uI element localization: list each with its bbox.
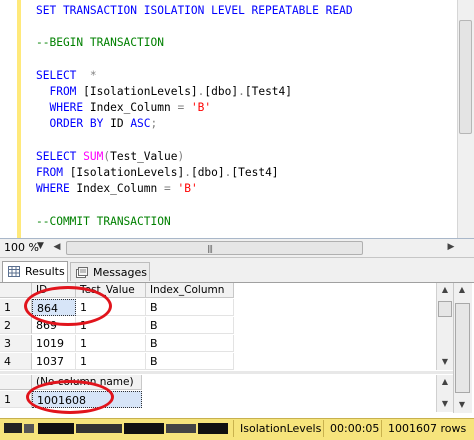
code-token: WHERE — [36, 101, 90, 115]
code-token: ASC — [130, 117, 151, 131]
code-token: [dbo] — [204, 85, 239, 98]
scroll-up-icon[interactable]: ▲ — [438, 285, 452, 294]
cell-id[interactable]: 1019 — [32, 335, 76, 352]
zoom-dropdown-icon[interactable]: ▼ — [37, 241, 44, 251]
code-line[interactable]: WHERE Index_Column = 'B' — [36, 180, 198, 197]
status-separator — [233, 420, 234, 437]
code-token: . — [184, 166, 191, 179]
grid1-splitter[interactable] — [0, 371, 456, 374]
code-token: ORDER BY — [36, 117, 111, 131]
grid-icon — [8, 266, 20, 277]
results-pane-scroll-thumb[interactable] — [455, 303, 470, 393]
cell-index-column[interactable]: B — [146, 299, 234, 316]
messages-icon — [76, 267, 88, 278]
tab-messages[interactable]: Messages — [70, 262, 150, 281]
editor-scroll-thumb[interactable] — [459, 20, 472, 134]
code-line[interactable]: SET TRANSACTION ISOLATION LEVEL REPEATAB… — [36, 2, 353, 19]
row-header-corner[interactable] — [0, 375, 32, 390]
scroll-up-icon[interactable]: ▲ — [455, 285, 469, 294]
code-token: FROM — [36, 166, 70, 179]
code-token: [dbo] — [190, 166, 225, 179]
column-header-index-column[interactable]: Index_Column — [146, 283, 234, 298]
code-line[interactable]: ORDER BY ID ASC; — [36, 115, 157, 132]
cell-index-column[interactable]: B — [146, 317, 234, 334]
status-database: IsolationLevels — [240, 422, 322, 435]
cell-index-column[interactable]: B — [146, 353, 234, 370]
status-separator — [323, 420, 324, 437]
code-token: --COMMIT TRANSACTION — [36, 214, 171, 228]
code-line[interactable]: FROM [IsolationLevels].[dbo].[Test4] — [36, 164, 279, 181]
code-token: 'B' — [177, 182, 198, 196]
code-token: Index_Column — [76, 182, 164, 196]
code-token: [IsolationLevels] — [69, 166, 185, 179]
scroll-up-icon[interactable]: ▲ — [438, 377, 452, 386]
zoom-level[interactable]: 100 % — [4, 241, 39, 254]
code-token: SELECT — [36, 149, 84, 163]
status-separator — [381, 420, 382, 437]
code-token: SUM — [83, 149, 104, 163]
code-line[interactable]: SELECT SUM(Test_Value) — [36, 148, 184, 165]
code-line[interactable]: --COMMIT TRANSACTION — [36, 213, 171, 230]
code-token: WHERE — [36, 182, 77, 196]
code-token: SET TRANSACTION ISOLATION LEVEL REPEATAB… — [36, 4, 353, 17]
scroll-down-icon[interactable]: ▼ — [438, 357, 452, 366]
code-token: = — [163, 182, 178, 196]
code-token: * — [83, 68, 97, 82]
code-token: SELECT — [36, 68, 84, 82]
code-token: [Test4] — [244, 85, 293, 98]
code-token: ID — [110, 117, 131, 131]
row-header-corner[interactable] — [0, 283, 32, 298]
cell-test-value[interactable]: 1 — [76, 335, 146, 352]
code-token: [Test4] — [231, 166, 279, 179]
redacted-connection-info — [4, 423, 228, 434]
status-row-count: 1001607 rows — [388, 422, 467, 435]
code-token: = — [177, 101, 191, 115]
code-token: 'B' — [190, 101, 212, 115]
tab-results-label: Results — [25, 265, 65, 278]
code-token: Test_Value — [110, 149, 178, 163]
code-line[interactable]: WHERE Index_Column = 'B' — [36, 99, 211, 116]
code-token: --BEGIN TRANSACTION — [36, 36, 164, 50]
code-line[interactable]: --BEGIN TRANSACTION — [36, 34, 164, 51]
row-number[interactable]: 4 — [0, 353, 32, 370]
cell-id[interactable]: 1037 — [32, 353, 76, 370]
code-line[interactable]: SELECT * — [36, 67, 97, 84]
change-tracking-margin — [17, 0, 21, 238]
row-number[interactable]: 2 — [0, 317, 32, 334]
scroll-right-icon[interactable]: ▶ — [444, 240, 458, 255]
tab-messages-label: Messages — [93, 266, 147, 279]
code-token: [IsolationLevels] — [83, 85, 198, 98]
row-number[interactable]: 3 — [0, 335, 32, 352]
scroll-grip-icon: ||| — [207, 244, 213, 253]
tab-results[interactable]: Results — [2, 261, 68, 282]
annotation-circle — [26, 380, 114, 414]
code-token: . — [238, 85, 245, 98]
grid1-scroll-thumb[interactable] — [438, 301, 452, 317]
code-token: ; — [150, 117, 158, 131]
annotation-circle — [24, 286, 112, 326]
status-elapsed-time: 00:00:05 — [330, 422, 380, 435]
scroll-left-icon[interactable]: ◀ — [50, 240, 64, 255]
code-token: ) — [177, 149, 185, 163]
scroll-down-icon[interactable]: ▼ — [438, 399, 452, 408]
cell-index-column[interactable]: B — [146, 335, 234, 352]
code-token: Index_Column — [89, 101, 178, 115]
scroll-down-icon[interactable]: ▼ — [455, 400, 469, 409]
code-line[interactable]: FROM [IsolationLevels].[dbo].[Test4] — [36, 83, 292, 100]
code-token: FROM — [36, 85, 84, 98]
editor-horizontal-scroll-thumb[interactable] — [66, 241, 363, 255]
cell-test-value[interactable]: 1 — [76, 353, 146, 370]
